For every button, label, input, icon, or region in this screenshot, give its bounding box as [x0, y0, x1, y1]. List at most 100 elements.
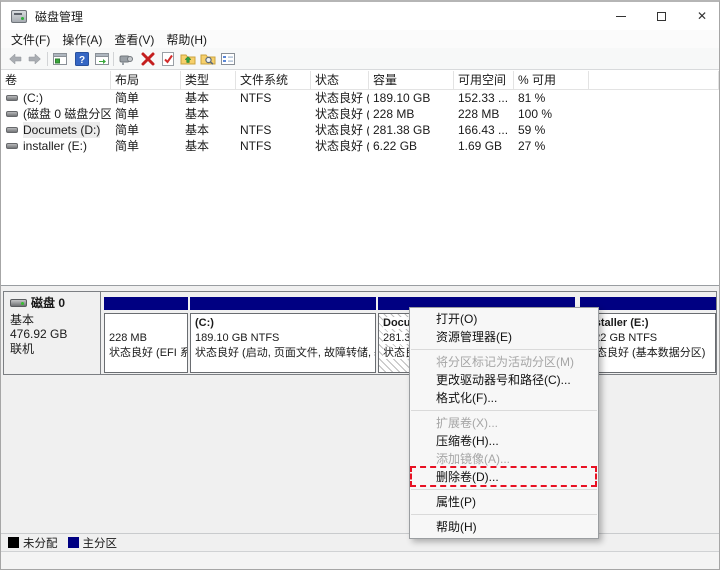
menu-item-open[interactable]: 打开(O) [410, 310, 598, 328]
back-icon[interactable] [7, 51, 23, 67]
cell-status: 状态良好 (... [311, 138, 369, 154]
cell-capacity: 6.22 GB [369, 138, 454, 154]
cell-filesystem [236, 106, 311, 122]
forward-icon[interactable] [27, 51, 43, 67]
volume-icon [6, 111, 18, 117]
partition-e[interactable]: installer (E:) 6.22 GB NTFS 状态良好 (基本数据分区… [580, 292, 716, 374]
cell-type: 基本 [181, 122, 236, 138]
cell-percent-free: 59 % [514, 122, 589, 138]
table-row[interactable]: (磁盘 0 磁盘分区 1) 简单 基本 状态良好 (... 228 MB 228… [1, 106, 719, 122]
column-header-free-space[interactable]: 可用空间 [454, 71, 514, 90]
column-header-layout[interactable]: 布局 [111, 71, 181, 90]
cell-free-space: 152.33 ... [454, 90, 514, 106]
menu-separator [411, 489, 597, 490]
partition-status: 状态良好 (基本数据分区) [585, 346, 715, 361]
menu-item-delete-volume[interactable]: 删除卷(D)... [410, 468, 598, 486]
primary-partition-swatch [68, 537, 79, 548]
menu-bar: 文件(F) 操作(A) 查看(V) 帮助(H) [1, 30, 719, 48]
menu-separator [411, 514, 597, 515]
cell-free-space: 228 MB [454, 106, 514, 122]
menu-file[interactable]: 文件(F) [10, 31, 51, 48]
menu-item-format[interactable]: 格式化(F)... [410, 389, 598, 407]
menu-item-explorer[interactable]: 资源管理器(E) [410, 328, 598, 346]
table-row[interactable]: (C:) 简单 基本 NTFS 状态良好 (... 189.10 GB 152.… [1, 90, 719, 106]
column-header-percent-free[interactable]: % 可用 [514, 71, 589, 90]
partition-c[interactable]: (C:) 189.10 GB NTFS 状态良好 (启动, 页面文件, 故障转储… [190, 292, 376, 374]
partition-size: 6.22 GB NTFS [585, 331, 715, 346]
maximize-icon [657, 12, 666, 21]
column-header-filesystem[interactable]: 文件系统 [236, 71, 311, 90]
menu-item-shrink-volume[interactable]: 压缩卷(H)... [410, 432, 598, 450]
menu-item-add-mirror: 添加镜像(A)... [410, 450, 598, 468]
volume-list-pane: 卷 布局 类型 文件系统 状态 容量 可用空间 % 可用 (C:) 简单 基本 … [1, 70, 719, 286]
disk-status: 联机 [10, 342, 100, 357]
menu-item-help[interactable]: 帮助(H) [410, 518, 598, 536]
disk-type: 基本 [10, 313, 100, 328]
toolbar-separator [47, 52, 48, 66]
cell-type: 基本 [181, 106, 236, 122]
disk-0-row: 磁盘 0 基本 476.92 GB 联机 228 MB 状态良好 (EFI 系统… [3, 291, 717, 375]
menu-item-change-drive-letter[interactable]: 更改驱动器号和路径(C)... [410, 371, 598, 389]
cell-layout: 简单 [111, 138, 181, 154]
cell-capacity: 228 MB [369, 106, 454, 122]
export-folder-icon[interactable] [180, 51, 196, 67]
disk-management-icon [11, 10, 27, 23]
delete-icon[interactable] [140, 51, 156, 67]
search-folder-icon[interactable] [200, 51, 216, 67]
volume-name: (磁盘 0 磁盘分区 1) [23, 106, 111, 122]
title-bar: 磁盘管理 ✕ [1, 2, 719, 30]
cell-capacity: 281.38 GB [369, 122, 454, 138]
cell-type: 基本 [181, 138, 236, 154]
toolbar-separator [113, 52, 114, 66]
column-header-status[interactable]: 状态 [311, 71, 369, 90]
menu-help[interactable]: 帮助(H) [165, 31, 208, 48]
partition-status: 状态良好 (启动, 页面文件, 故障转储, 基本数据分区) [195, 346, 375, 361]
action-pane-icon[interactable] [94, 51, 110, 67]
window-title: 磁盘管理 [35, 8, 83, 25]
cell-layout: 简单 [111, 106, 181, 122]
disk-icon [10, 299, 27, 307]
close-button[interactable]: ✕ [682, 2, 720, 30]
close-icon: ✕ [697, 10, 707, 22]
disk-management-window: 磁盘管理 ✕ 文件(F) 操作(A) 查看(V) 帮助(H) ? [0, 0, 720, 570]
partition-efi[interactable]: 228 MB 状态良好 (EFI 系统分区) [104, 292, 188, 374]
volume-name: installer (E:) [23, 138, 87, 154]
menu-separator [411, 349, 597, 350]
menu-action[interactable]: 操作(A) [61, 31, 103, 48]
column-header-capacity[interactable]: 容量 [369, 71, 454, 90]
device-icon[interactable] [118, 51, 134, 67]
partition-name: installer (E:) [585, 316, 715, 331]
disk-name: 磁盘 0 [31, 296, 65, 311]
context-menu: 打开(O) 资源管理器(E) 将分区标记为活动分区(M) 更改驱动器号和路径(C… [409, 307, 599, 539]
cell-status: 状态良好 (... [311, 122, 369, 138]
volume-list-header: 卷 布局 类型 文件系统 状态 容量 可用空间 % 可用 [1, 71, 719, 90]
svg-text:?: ? [79, 55, 85, 66]
help-icon[interactable]: ? [74, 51, 90, 67]
menu-item-properties[interactable]: 属性(P) [410, 493, 598, 511]
maximize-button[interactable] [641, 2, 681, 30]
column-header-type[interactable]: 类型 [181, 71, 236, 90]
column-header-blank [589, 71, 719, 90]
legend-label: 主分区 [83, 535, 118, 551]
minimize-icon [616, 16, 626, 17]
cell-free-space: 166.43 ... [454, 122, 514, 138]
disk-0-info[interactable]: 磁盘 0 基本 476.92 GB 联机 [4, 292, 101, 374]
column-header-volume[interactable]: 卷 [1, 71, 111, 90]
properties-check-icon[interactable] [160, 51, 176, 67]
partition-size: 228 MB [109, 331, 187, 346]
primary-partition-bar [580, 297, 716, 310]
volume-icon [6, 95, 18, 101]
partition-name: (C:) [195, 316, 375, 331]
cell-filesystem: NTFS [236, 90, 311, 106]
table-row[interactable]: installer (E:) 简单 基本 NTFS 状态良好 (... 6.22… [1, 138, 719, 154]
status-strip [1, 551, 719, 570]
cell-filesystem: NTFS [236, 122, 311, 138]
menu-view[interactable]: 查看(V) [113, 31, 155, 48]
minimize-button[interactable] [601, 2, 641, 30]
unallocated-swatch [8, 537, 19, 548]
table-row-selected[interactable]: Documets (D:) 简单 基本 NTFS 状态良好 (... 281.3… [1, 122, 719, 138]
partition-size: 189.10 GB NTFS [195, 331, 375, 346]
details-view-icon[interactable] [220, 51, 236, 67]
menu-item-mark-active: 将分区标记为活动分区(M) [410, 353, 598, 371]
console-tree-icon[interactable] [52, 51, 68, 67]
